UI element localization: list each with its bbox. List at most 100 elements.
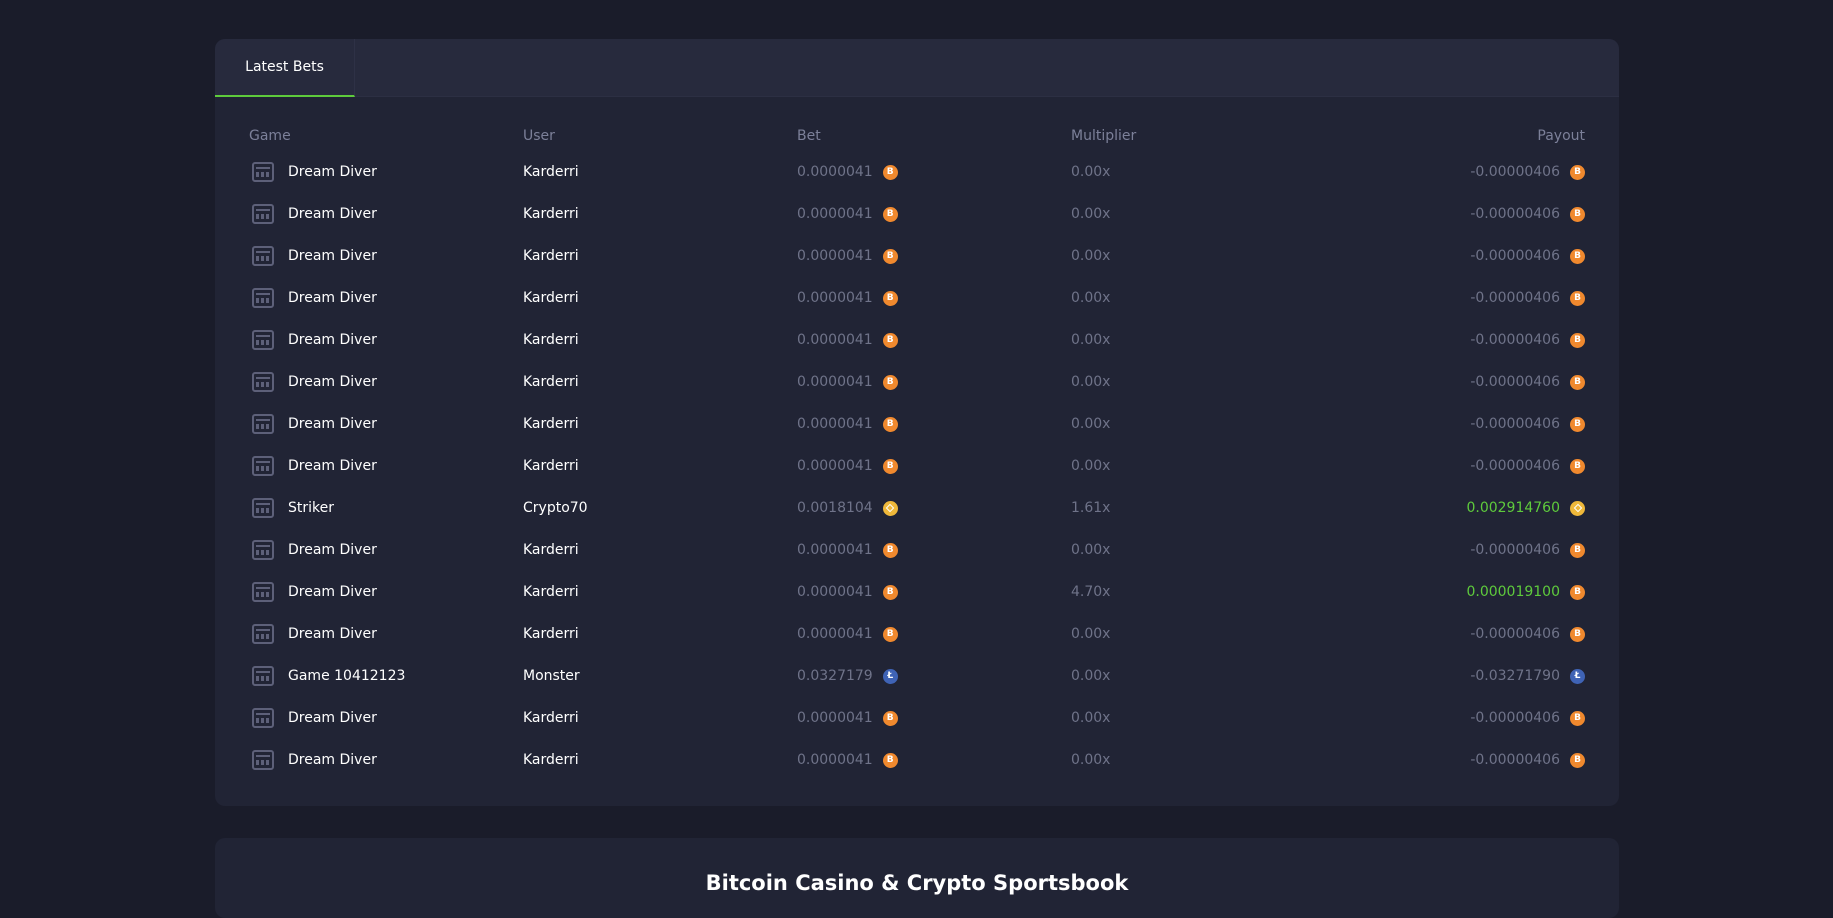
btc-icon: B xyxy=(1570,164,1585,180)
tab-latest-bets[interactable]: Latest Bets xyxy=(215,39,355,97)
payout-cell: 0.002914760 xyxy=(1271,500,1585,516)
btc-icon: B xyxy=(882,710,898,726)
user-name[interactable]: Karderri xyxy=(523,332,797,348)
game-name[interactable]: Striker xyxy=(288,500,334,516)
user-name[interactable]: Karderri xyxy=(523,290,797,306)
bet-amount: 0.0000041 xyxy=(797,542,873,558)
game-cell[interactable]: Dream Diver xyxy=(249,414,523,434)
column-header-payout: Payout xyxy=(1537,128,1585,144)
game-name[interactable]: Dream Diver xyxy=(288,332,377,348)
game-cell[interactable]: Dream Diver xyxy=(249,372,523,392)
game-cell[interactable]: Striker xyxy=(249,498,523,518)
btc-icon: B xyxy=(882,626,898,642)
game-cell[interactable]: Dream Diver xyxy=(249,204,523,224)
user-name[interactable]: Karderri xyxy=(523,416,797,432)
multiplier: 0.00x xyxy=(1071,206,1111,222)
game-name[interactable]: Dream Diver xyxy=(288,206,377,222)
slot-machine-icon xyxy=(252,456,274,476)
multiplier: 0.00x xyxy=(1071,248,1111,264)
game-name[interactable]: Dream Diver xyxy=(288,248,377,264)
bet-amount: 0.0000041 xyxy=(797,584,873,600)
user-name[interactable]: Karderri xyxy=(523,458,797,474)
payout-amount: 0.000019100 xyxy=(1466,584,1560,600)
user-name[interactable]: Karderri xyxy=(523,248,797,264)
payout-cell: 0.000019100 B xyxy=(1271,584,1585,600)
bet-amount: 0.0000041 xyxy=(797,458,873,474)
table-row: Dream Diver Karderri 0.0000041 B 0.00x -… xyxy=(249,739,1585,781)
user-name[interactable]: Karderri xyxy=(523,710,797,726)
btc-icon: B xyxy=(1570,206,1585,222)
game-cell[interactable]: Dream Diver xyxy=(249,246,523,266)
payout-amount: -0.00000406 xyxy=(1470,710,1560,726)
game-name[interactable]: Game 10412123 xyxy=(288,668,405,684)
multiplier: 0.00x xyxy=(1071,542,1111,558)
game-name[interactable]: Dream Diver xyxy=(288,164,377,180)
payout-amount: -0.00000406 xyxy=(1470,206,1560,222)
table-body: Dream Diver Karderri 0.0000041 B 0.00x -… xyxy=(249,151,1585,781)
slot-machine-icon xyxy=(252,372,274,392)
bet-cell: 0.0000041 B xyxy=(797,752,1071,768)
user-name[interactable]: Crypto70 xyxy=(523,500,797,516)
footer-panel: Bitcoin Casino & Crypto Sportsbook xyxy=(215,838,1619,918)
btc-icon: B xyxy=(882,458,898,474)
payout-cell: -0.00000406 B xyxy=(1271,290,1585,306)
multiplier: 0.00x xyxy=(1071,668,1111,684)
user-name[interactable]: Karderri xyxy=(523,752,797,768)
btc-icon: B xyxy=(882,248,898,264)
bet-amount: 0.0000041 xyxy=(797,332,873,348)
payout-amount: -0.00000406 xyxy=(1470,164,1560,180)
column-header-game: Game xyxy=(249,128,291,144)
user-name[interactable]: Karderri xyxy=(523,374,797,390)
user-name[interactable]: Karderri xyxy=(523,164,797,180)
game-name[interactable]: Dream Diver xyxy=(288,626,377,642)
game-cell[interactable]: Dream Diver xyxy=(249,330,523,350)
game-name[interactable]: Dream Diver xyxy=(288,374,377,390)
payout-cell: -0.00000406 B xyxy=(1271,416,1585,432)
payout-amount: -0.00000406 xyxy=(1470,248,1560,264)
game-cell[interactable]: Dream Diver xyxy=(249,624,523,644)
game-name[interactable]: Dream Diver xyxy=(288,542,377,558)
game-cell[interactable]: Dream Diver xyxy=(249,162,523,182)
payout-amount: -0.00000406 xyxy=(1470,332,1560,348)
game-name[interactable]: Dream Diver xyxy=(288,710,377,726)
bet-cell: 0.0000041 B xyxy=(797,542,1071,558)
slot-machine-icon xyxy=(252,204,274,224)
table-row: Dream Diver Karderri 0.0000041 B 0.00x -… xyxy=(249,361,1585,403)
game-name[interactable]: Dream Diver xyxy=(288,584,377,600)
table-row: Dream Diver Karderri 0.0000041 B 0.00x -… xyxy=(249,529,1585,571)
payout-cell: -0.00000406 B xyxy=(1271,542,1585,558)
game-cell[interactable]: Dream Diver xyxy=(249,288,523,308)
bet-amount: 0.0000041 xyxy=(797,248,873,264)
game-cell[interactable]: Dream Diver xyxy=(249,582,523,602)
payout-amount: -0.00000406 xyxy=(1470,416,1560,432)
btc-icon: B xyxy=(882,164,898,180)
game-name[interactable]: Dream Diver xyxy=(288,752,377,768)
slot-machine-icon xyxy=(252,708,274,728)
game-cell[interactable]: Dream Diver xyxy=(249,750,523,770)
game-cell[interactable]: Dream Diver xyxy=(249,540,523,560)
tab-bar: Latest Bets xyxy=(215,39,1619,97)
table-row: Dream Diver Karderri 0.0000041 B 0.00x -… xyxy=(249,403,1585,445)
game-cell[interactable]: Dream Diver xyxy=(249,708,523,728)
payout-cell: -0.00000406 B xyxy=(1271,710,1585,726)
game-name[interactable]: Dream Diver xyxy=(288,290,377,306)
user-name[interactable]: Karderri xyxy=(523,206,797,222)
btc-icon: B xyxy=(882,584,898,600)
user-name[interactable]: Karderri xyxy=(523,542,797,558)
game-name[interactable]: Dream Diver xyxy=(288,416,377,432)
bet-cell: 0.0000041 B xyxy=(797,584,1071,600)
user-name[interactable]: Karderri xyxy=(523,584,797,600)
bet-amount: 0.0000041 xyxy=(797,626,873,642)
multiplier: 0.00x xyxy=(1071,752,1111,768)
btc-icon: B xyxy=(1570,752,1585,768)
game-name[interactable]: Dream Diver xyxy=(288,458,377,474)
game-cell[interactable]: Game 10412123 xyxy=(249,666,523,686)
payout-amount: -0.00000406 xyxy=(1470,374,1560,390)
btc-icon: B xyxy=(1570,248,1585,264)
btc-icon: B xyxy=(1570,542,1585,558)
game-cell[interactable]: Dream Diver xyxy=(249,456,523,476)
user-name[interactable]: Monster xyxy=(523,668,797,684)
bet-amount: 0.0018104 xyxy=(797,500,873,516)
user-name[interactable]: Karderri xyxy=(523,626,797,642)
slot-machine-icon xyxy=(252,498,274,518)
